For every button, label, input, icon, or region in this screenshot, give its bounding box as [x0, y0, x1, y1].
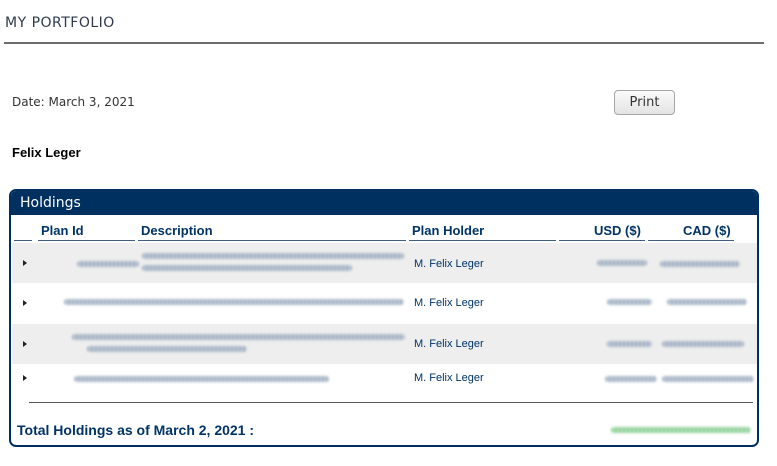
- page-title: MY PORTFOLIO: [5, 15, 115, 31]
- column-header-cad: CAD ($): [683, 223, 731, 238]
- table-row[interactable]: M. Felix Leger: [12, 243, 757, 283]
- redacted-description: [87, 346, 247, 352]
- table-row[interactable]: M. Felix Leger: [12, 364, 757, 392]
- redacted-usd: [607, 341, 652, 347]
- column-header-underline: [14, 240, 32, 241]
- triangle-right-icon[interactable]: [23, 375, 27, 381]
- plan-holder-cell: M. Felix Leger: [414, 372, 484, 384]
- redacted-cad: [667, 299, 747, 305]
- table-row[interactable]: M. Felix Leger: [12, 324, 757, 364]
- report-date: Date: March 3, 2021: [12, 95, 135, 109]
- column-header-usd: USD ($): [594, 223, 641, 238]
- holdings-panel: Holdings Plan Id Description Plan Holder…: [9, 189, 759, 447]
- redacted-usd: [597, 260, 647, 266]
- column-header-underline: [559, 240, 645, 241]
- column-header-underline: [409, 240, 556, 241]
- redacted-total-value: [611, 427, 751, 433]
- column-header-plan-id: Plan Id: [41, 223, 84, 238]
- print-button[interactable]: Print: [614, 90, 675, 115]
- redacted-description: [142, 253, 404, 259]
- column-header-underline: [138, 240, 406, 241]
- plan-holder-cell: M. Felix Leger: [414, 297, 484, 309]
- redacted-description: [142, 265, 352, 271]
- triangle-right-icon[interactable]: [23, 260, 27, 266]
- client-name: Felix Leger: [12, 145, 81, 160]
- column-header-plan-holder: Plan Holder: [412, 223, 485, 238]
- column-header-underline: [38, 240, 135, 241]
- redacted-description: [64, 299, 404, 305]
- title-divider: [4, 42, 764, 44]
- redacted-cad: [660, 261, 740, 267]
- redacted-cad: [662, 376, 754, 382]
- column-header-underline: [648, 240, 734, 241]
- plan-holder-cell: M. Felix Leger: [414, 338, 484, 350]
- total-holdings-label: Total Holdings as of March 2, 2021 :: [17, 422, 255, 438]
- column-header-description: Description: [141, 223, 213, 238]
- redacted-plan-id: [77, 261, 139, 267]
- plan-holder-cell: M. Felix Leger: [414, 258, 484, 270]
- table-row[interactable]: M. Felix Leger: [12, 283, 757, 323]
- redacted-cad: [662, 341, 744, 347]
- redacted-usd: [605, 376, 657, 382]
- redacted-description: [72, 334, 405, 340]
- triangle-right-icon[interactable]: [23, 300, 27, 306]
- holdings-panel-title: Holdings: [11, 191, 757, 215]
- total-divider: [29, 402, 753, 403]
- redacted-description: [74, 376, 329, 382]
- triangle-right-icon[interactable]: [23, 341, 27, 347]
- redacted-usd: [607, 299, 652, 305]
